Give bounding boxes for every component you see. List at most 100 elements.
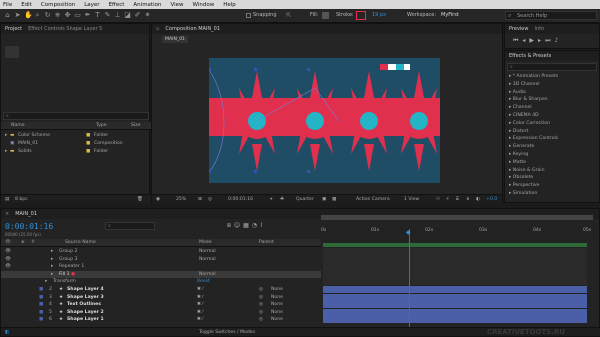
- zoom-tool-icon[interactable]: ⌕: [34, 12, 41, 19]
- view-layout-select[interactable]: 1 View: [404, 196, 419, 203]
- graph-editor-icon[interactable]: ⌇: [260, 222, 266, 229]
- comp-canvas[interactable]: [209, 58, 440, 183]
- camera-select[interactable]: Active Camera: [356, 196, 390, 203]
- layer-duration-bar[interactable]: [323, 316, 587, 323]
- pickwhip-icon[interactable]: ◎: [259, 286, 263, 293]
- flowchart-icon[interactable]: ⋔: [466, 196, 470, 203]
- label-color-icon[interactable]: ■: [39, 316, 43, 323]
- puppet-tool-icon[interactable]: ✶: [144, 12, 151, 19]
- layer-duration-bar[interactable]: [323, 293, 587, 301]
- menu-edit[interactable]: Edit: [21, 2, 32, 8]
- layer-duration-bar[interactable]: [323, 286, 587, 293]
- number-column-icon[interactable]: #: [31, 239, 35, 246]
- region-of-interest-icon[interactable]: ▣: [322, 196, 326, 203]
- tab-effects-presets[interactable]: Effects & Presets: [509, 53, 551, 59]
- expand-arrow-icon[interactable]: ▸: [51, 256, 53, 263]
- list-item[interactable]: ▸ ▬ Solids ■ Folder: [1, 148, 151, 155]
- exposure-value[interactable]: +0.0: [486, 196, 497, 203]
- layer-row[interactable]: ■ 4 ★ Text Outlines ✱ ⁄ ◎ None: [1, 301, 321, 309]
- list-item[interactable]: ▸ Audio: [505, 89, 599, 97]
- project-search-input[interactable]: ⌕: [3, 112, 149, 120]
- property-row-selected[interactable]: ▸ Fill 1 ● Normal: [1, 270, 321, 278]
- list-item[interactable]: ▸ Noise & Grain: [505, 167, 599, 175]
- lock-icon[interactable]: ▫: [156, 26, 159, 32]
- pickwhip-icon[interactable]: ◎: [259, 301, 263, 308]
- label-column-icon[interactable]: ◈: [21, 239, 25, 246]
- bpc-toggle[interactable]: 8 bpc: [15, 196, 28, 203]
- pickwhip-icon[interactable]: ◎: [259, 309, 263, 316]
- close-icon[interactable]: ×: [5, 211, 9, 217]
- snapping-checkbox[interactable]: [246, 13, 251, 18]
- brush-tool-icon[interactable]: ✎: [104, 12, 111, 19]
- list-item[interactable]: ▸ CINEMA 4D: [505, 112, 599, 120]
- stroke-swatch[interactable]: [356, 11, 366, 20]
- layer-parent[interactable]: None: [271, 294, 283, 301]
- layer-parent[interactable]: None: [271, 286, 283, 293]
- timeline-search-input[interactable]: ⌕: [105, 222, 155, 230]
- timeline-icon[interactable]: ⌸: [456, 196, 459, 203]
- label-color-icon[interactable]: ■: [39, 301, 43, 308]
- menu-animation[interactable]: Animation: [133, 2, 161, 8]
- list-item[interactable]: ▸ 3D Channel: [505, 81, 599, 89]
- mask-visibility-icon[interactable]: ◎: [208, 196, 212, 203]
- column-mode[interactable]: Mode: [199, 239, 212, 246]
- frame-blending-icon[interactable]: ▦: [243, 222, 252, 229]
- property-mode[interactable]: Normal: [199, 248, 216, 255]
- layer-parent[interactable]: None: [271, 309, 283, 316]
- property-track-area[interactable]: [323, 248, 587, 285]
- playhead-line[interactable]: [409, 229, 410, 333]
- roto-brush-tool-icon[interactable]: ✐: [134, 12, 141, 19]
- zoom-select[interactable]: 25%: [176, 196, 186, 203]
- label-color-icon[interactable]: ■: [39, 286, 43, 293]
- list-item[interactable]: ▸ Matte: [505, 159, 599, 167]
- rectangle-tool-icon[interactable]: ▭: [74, 12, 81, 19]
- expand-arrow-icon[interactable]: ▸: [51, 271, 53, 278]
- menu-layer[interactable]: Layer: [84, 2, 99, 8]
- list-item[interactable]: ▸ Obsolete: [505, 174, 599, 182]
- timeline-zoom-slider[interactable]: [321, 215, 593, 220]
- fast-preview-icon[interactable]: ⚡: [446, 196, 449, 203]
- menu-composition[interactable]: Composition: [41, 2, 75, 8]
- transparency-grid-icon[interactable]: ▩: [332, 196, 336, 203]
- toggle-modes-icon[interactable]: ◧: [5, 329, 9, 336]
- list-item[interactable]: ▸ ▬ Color Scheme ■ Folder: [1, 132, 151, 139]
- motion-blur-icon[interactable]: ◔: [252, 222, 260, 229]
- list-item[interactable]: ▸ Generate: [505, 143, 599, 151]
- property-row[interactable]: ▸ Transform Reset: [1, 278, 321, 286]
- list-item[interactable]: ▸ Distort: [505, 128, 599, 136]
- layer-row[interactable]: ■ 6 ★ Shape Layer 1 ✱ ⁄ ◎ None: [1, 316, 321, 324]
- list-item[interactable]: ▸ * Animation Presets: [505, 73, 599, 81]
- stroke-width-value[interactable]: 19 px: [372, 12, 386, 18]
- layer-row[interactable]: ■ 2 ★ Shape Layer 4 ✱ ⁄ ◎ None: [1, 286, 321, 294]
- property-row[interactable]: 👁 ▸ Group 3 Normal: [1, 256, 321, 264]
- layer-row[interactable]: ■ 5 ★ Shape Layer 2 ✱ ⁄ ◎ None: [1, 309, 321, 317]
- layer-switches-icon[interactable]: ✱ ⁄: [197, 286, 203, 293]
- pixel-aspect-icon[interactable]: ⚇: [436, 196, 440, 203]
- layer-parent[interactable]: None: [271, 316, 283, 323]
- comp-subtab[interactable]: MAIN_01: [162, 36, 189, 43]
- eraser-tool-icon[interactable]: ◪: [124, 12, 131, 19]
- list-item[interactable]: ▸ Simulation: [505, 190, 599, 198]
- reset-link[interactable]: Reset: [197, 278, 210, 285]
- clone-stamp-tool-icon[interactable]: ⊥: [114, 12, 121, 19]
- work-area-bar[interactable]: [323, 243, 587, 247]
- layer-switches-icon[interactable]: ✱ ⁄: [197, 301, 203, 308]
- layer-switches-icon[interactable]: ✱ ⁄: [197, 316, 203, 323]
- tab-project[interactable]: Project: [5, 26, 22, 32]
- pickwhip-icon[interactable]: ◎: [259, 316, 263, 323]
- menu-help[interactable]: Help: [223, 2, 236, 8]
- list-item[interactable]: ▸ Channel: [505, 104, 599, 112]
- layer-parent[interactable]: None: [271, 301, 283, 308]
- layer-switches-icon[interactable]: ✱ ⁄: [197, 309, 203, 316]
- property-row[interactable]: 👁 ▸ Repeater 1: [1, 263, 321, 271]
- camera-tool-icon[interactable]: ⎈: [54, 12, 61, 19]
- effects-search-input[interactable]: ⌕: [507, 63, 597, 71]
- property-mode[interactable]: Normal: [199, 271, 216, 278]
- layer-switches-icon[interactable]: ✱ ⁄: [197, 294, 203, 301]
- list-item[interactable]: ▸ Color Correction: [505, 120, 599, 128]
- visibility-eye-icon[interactable]: 👁: [5, 248, 11, 255]
- fill-swatch[interactable]: [322, 12, 329, 19]
- layer-duration-bar[interactable]: [323, 301, 587, 308]
- playhead-marker-icon[interactable]: ◆: [406, 229, 411, 236]
- column-name[interactable]: Name: [11, 122, 25, 129]
